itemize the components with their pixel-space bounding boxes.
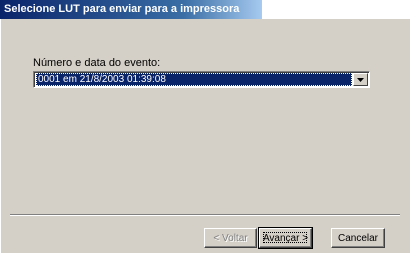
event-select[interactable]: 0001 em 21/8/2003 01:39:08 xyxy=(33,71,370,88)
next-button[interactable]: Avançar > xyxy=(258,227,313,249)
back-button[interactable]: < Voltar xyxy=(204,228,257,248)
cancel-button[interactable]: Cancelar xyxy=(331,228,385,248)
event-select-dropdown-button[interactable] xyxy=(353,73,368,86)
back-button-label: < Voltar xyxy=(213,232,248,244)
cancel-button-label: Cancelar xyxy=(337,232,379,244)
button-separator xyxy=(10,214,400,216)
wizard-page xyxy=(0,19,410,253)
title-bar[interactable]: Selecione LUT para enviar para a impress… xyxy=(0,0,410,19)
window-title: Selecione LUT para enviar para a impress… xyxy=(4,3,240,15)
chevron-down-icon xyxy=(357,77,364,82)
focus-rect xyxy=(263,232,307,243)
event-label: Número e data do evento: xyxy=(33,57,161,69)
event-select-value[interactable]: 0001 em 21/8/2003 01:39:08 xyxy=(36,73,352,86)
title-bar-gradient: Selecione LUT para enviar para a impress… xyxy=(0,0,262,19)
